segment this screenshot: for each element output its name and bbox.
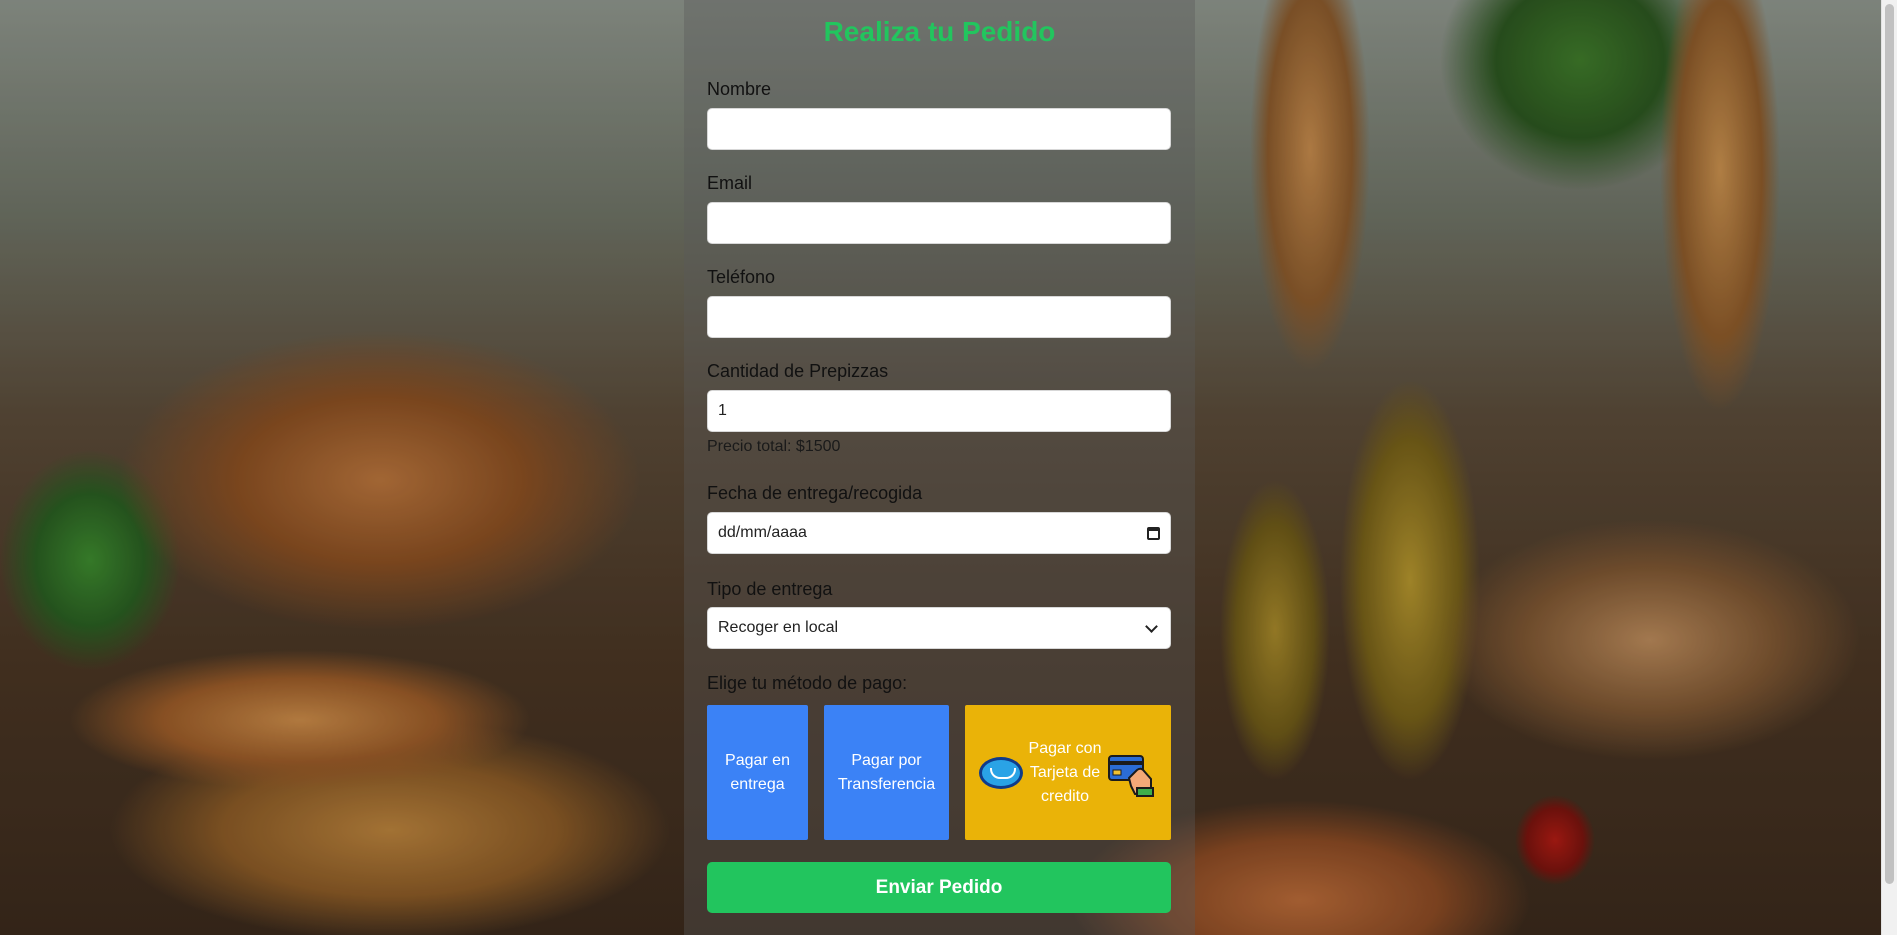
delivery-selected-value: Recoger en local (718, 619, 839, 636)
name-label: Nombre (707, 79, 772, 99)
calendar-icon[interactable] (1147, 526, 1160, 540)
pay-on-delivery-button[interactable]: Pagar en entrega (707, 705, 808, 840)
vertical-scrollbar[interactable] (1881, 0, 1897, 935)
phone-label: Teléfono (707, 267, 776, 287)
pay-with-card-button[interactable]: Pagar con Tarjeta de credito (965, 705, 1171, 840)
pay-by-transfer-button[interactable]: Pagar por Transferencia (824, 705, 949, 840)
delivery-select[interactable]: Recoger en local (707, 607, 1171, 649)
submit-order-button[interactable]: Enviar Pedido (707, 862, 1171, 913)
phone-input[interactable] (707, 296, 1171, 338)
chevron-down-icon (1145, 619, 1158, 633)
email-input[interactable] (707, 202, 1171, 244)
pay-by-transfer-label: Pagar por Transferencia (837, 751, 936, 793)
scrollbar-thumb[interactable] (1885, 4, 1894, 884)
quantity-input[interactable]: 1 (707, 390, 1171, 432)
name-input[interactable] (707, 108, 1171, 150)
credit-card-icon (1108, 754, 1154, 797)
pay-with-card-label: Pagar con Tarjeta de credito (1028, 739, 1102, 805)
form-title: Realiza tu Pedido (823, 16, 1056, 47)
quantity-label: Cantidad de Prepizzas (707, 361, 889, 381)
date-input[interactable]: dd/mm/aaaa (707, 512, 1171, 554)
date-placeholder: dd/mm/aaaa (718, 524, 807, 541)
date-label: Fecha de entrega/recogida (707, 483, 923, 503)
email-label: Email (707, 173, 753, 193)
mercadopago-icon (979, 756, 1023, 789)
payment-label: Elige tu método de pago: (707, 673, 908, 693)
total-price: Precio total: $1500 (707, 438, 841, 455)
order-form: Realiza tu Pedido Nombre Email Teléfono … (684, 0, 1195, 935)
pay-on-delivery-label: Pagar en entrega (725, 751, 790, 793)
delivery-label: Tipo de entrega (707, 579, 833, 599)
